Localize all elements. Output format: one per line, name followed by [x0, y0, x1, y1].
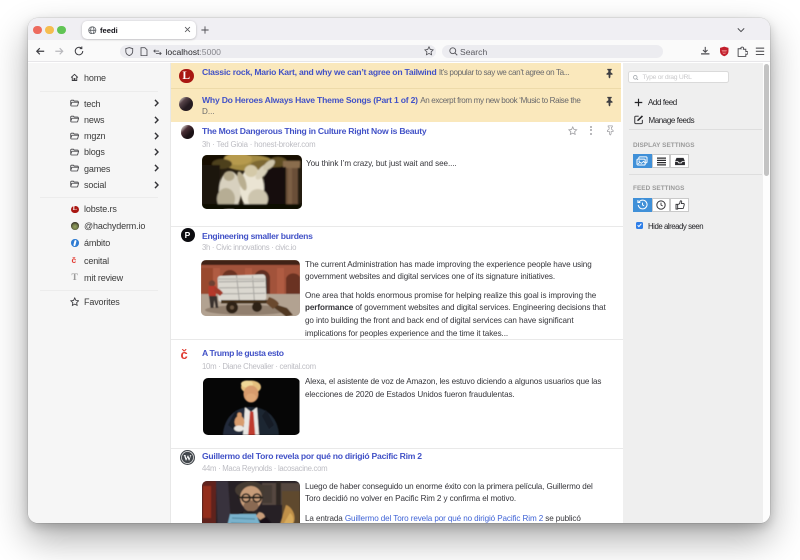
svg-text:W: W	[183, 453, 191, 462]
